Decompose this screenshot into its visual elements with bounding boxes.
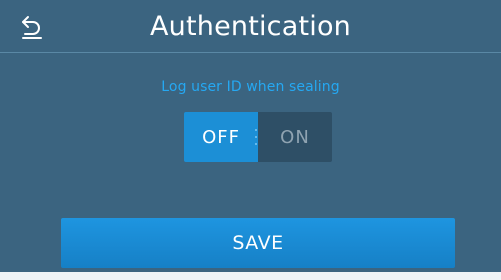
log-user-id-toggle[interactable]: OFF ON	[184, 112, 332, 162]
bottom-bar	[0, 272, 501, 280]
toggle-grip-icon	[254, 129, 258, 145]
toggle-on-label: ON	[280, 126, 310, 148]
save-button[interactable]: SAVE	[61, 218, 455, 268]
toggle-off-option[interactable]: OFF	[184, 112, 258, 162]
authentication-screen: Authentication Log user ID when sealing …	[0, 0, 501, 280]
setting-label: Log user ID when sealing	[161, 79, 340, 95]
page-title: Authentication	[149, 11, 351, 42]
toggle-on-option[interactable]: ON	[258, 112, 332, 162]
header-bar: Authentication	[0, 0, 501, 52]
header-divider	[0, 52, 501, 53]
toggle-off-label: OFF	[202, 126, 240, 148]
save-button-label: SAVE	[232, 232, 284, 254]
